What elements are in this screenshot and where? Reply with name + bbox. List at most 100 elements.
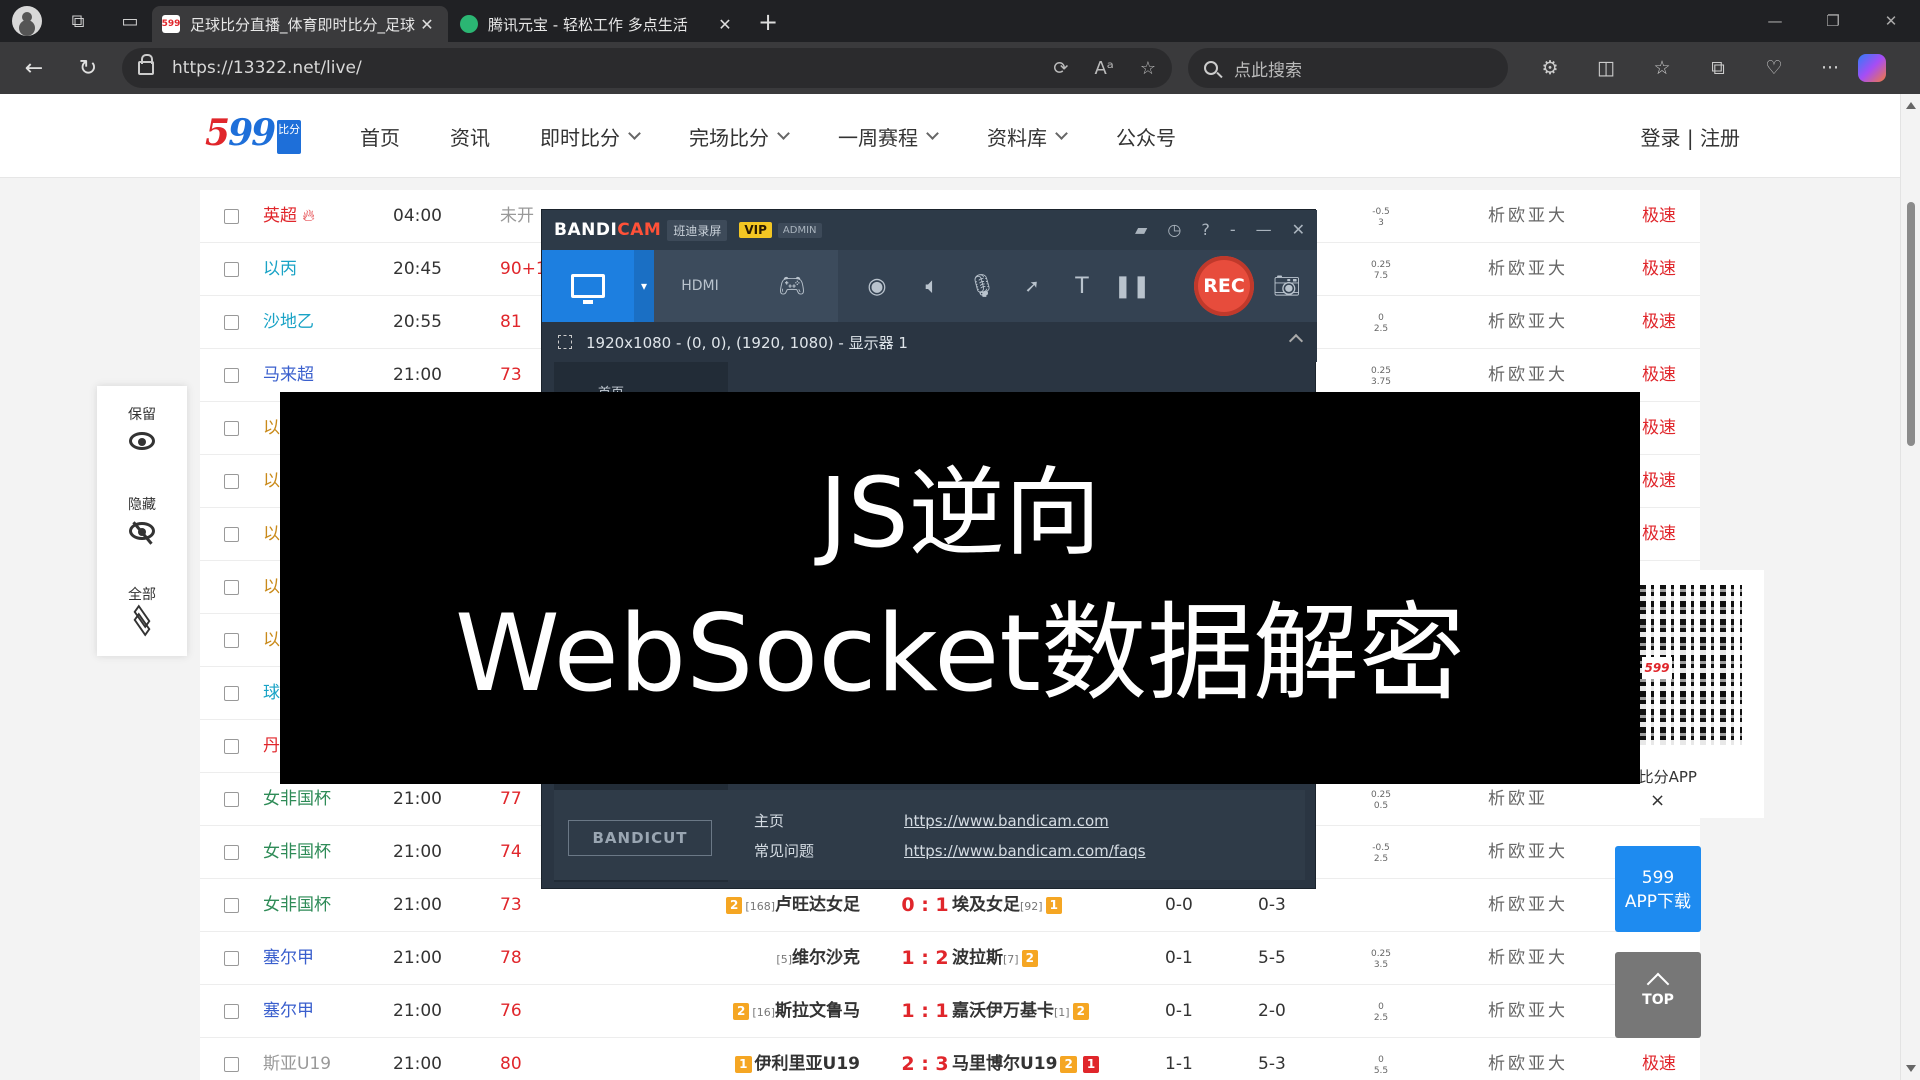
nav-item[interactable]: 资料库 bbox=[987, 122, 1068, 151]
league-name[interactable]: 女非国杯 bbox=[263, 879, 331, 932]
mode-dropdown-chevron-down-icon[interactable]: ▾ bbox=[634, 250, 654, 322]
home-team[interactable]: [5]维尔沙克 bbox=[620, 932, 860, 985]
league-name[interactable]: 斯亚U19 bbox=[263, 1038, 331, 1080]
nav-item[interactable]: 一周赛程 bbox=[838, 122, 939, 151]
away-team[interactable]: 嘉沃伊万基卡[1] 2 bbox=[952, 985, 1092, 1038]
league-name[interactable]: 以 bbox=[263, 508, 280, 561]
league-name[interactable]: 以 bbox=[263, 561, 280, 614]
favorite-star-icon[interactable]: ☆ bbox=[1140, 58, 1156, 79]
row-checkbox[interactable] bbox=[224, 1004, 239, 1019]
fast-link[interactable]: 极速 bbox=[1642, 190, 1676, 243]
microphone-icon[interactable]: 🎙︎ bbox=[957, 250, 1007, 322]
away-team[interactable]: 马里博尔U19 2 1 bbox=[952, 1038, 1102, 1080]
row-checkbox[interactable] bbox=[224, 209, 239, 224]
analysis-links[interactable]: 析欧亚大 bbox=[1488, 985, 1568, 1038]
scroll-down-arrow-icon[interactable] bbox=[1906, 1065, 1916, 1072]
row-checkbox[interactable] bbox=[224, 898, 239, 913]
all-filter-button[interactable]: 全部 bbox=[97, 584, 187, 637]
row-checkbox[interactable] bbox=[224, 421, 239, 436]
back-arrow-icon[interactable]: ← bbox=[14, 48, 54, 88]
scrollbar-thumb[interactable] bbox=[1907, 202, 1915, 446]
minimize-icon[interactable]: — bbox=[1746, 0, 1804, 42]
league-name[interactable]: 英超 🔥︎ bbox=[263, 190, 315, 243]
lock-icon[interactable] bbox=[138, 54, 154, 75]
league-name[interactable]: 以 bbox=[263, 614, 280, 667]
collapse-icon[interactable]: - bbox=[1230, 220, 1236, 239]
close-icon[interactable]: ✕ bbox=[1292, 220, 1305, 239]
read-aloud-icon[interactable]: Aᵃ bbox=[1094, 58, 1113, 79]
row-checkbox[interactable] bbox=[224, 845, 239, 860]
fast-link[interactable]: 极速 bbox=[1642, 402, 1676, 455]
row-checkbox[interactable] bbox=[224, 580, 239, 595]
page-scrollbar[interactable] bbox=[1900, 94, 1920, 1080]
search-box[interactable]: 点此搜索 bbox=[1188, 48, 1508, 88]
row-checkbox[interactable] bbox=[224, 686, 239, 701]
home-team[interactable]: 1 伊利里亚U19 bbox=[620, 1038, 860, 1080]
home-url-link[interactable]: https://www.bandicam.com bbox=[904, 812, 1109, 830]
screen-mode-button[interactable] bbox=[542, 250, 634, 322]
league-name[interactable]: 塞尔甲 bbox=[263, 932, 314, 985]
keep-filter-button[interactable]: 保留 bbox=[97, 404, 187, 450]
fast-link[interactable]: 极速 bbox=[1642, 243, 1676, 296]
tab-close-icon[interactable]: ✕ bbox=[714, 15, 736, 34]
league-name[interactable]: 球 bbox=[263, 667, 280, 720]
extensions-icon[interactable]: ⚙ bbox=[1532, 57, 1568, 79]
league-name[interactable]: 以 bbox=[263, 402, 280, 455]
fast-link[interactable]: 极速 bbox=[1642, 455, 1676, 508]
faq-url-link[interactable]: https://www.bandicam.com/faqs bbox=[904, 842, 1146, 860]
app-download-button[interactable]: 599 APP下载 bbox=[1615, 846, 1701, 932]
away-team[interactable]: 波拉斯[7] 2 bbox=[952, 932, 1041, 985]
camera-screenshot-icon[interactable]: 📷︎ bbox=[1262, 250, 1312, 322]
capture-region-bar[interactable]: 1920x1080 - (0, 0), (1920, 1080) - 显示器 1 bbox=[542, 322, 1317, 362]
restore-icon[interactable]: ❐ bbox=[1804, 0, 1862, 42]
bandicut-button[interactable]: BANDICUT bbox=[568, 820, 712, 856]
nav-item[interactable]: 资讯 bbox=[450, 122, 490, 151]
more-menu-icon[interactable]: ··· bbox=[1812, 57, 1848, 79]
row-checkbox[interactable] bbox=[224, 951, 239, 966]
record-button[interactable]: REC bbox=[1194, 256, 1254, 316]
new-tab-button[interactable]: + bbox=[748, 8, 788, 36]
clock-icon[interactable]: ◷ bbox=[1167, 220, 1181, 239]
webcam-off-icon[interactable]: ◉ bbox=[847, 250, 907, 322]
row-checkbox[interactable] bbox=[224, 474, 239, 489]
pause-icon[interactable]: ❚❚ bbox=[1107, 250, 1157, 322]
league-name[interactable]: 丹 bbox=[263, 720, 280, 773]
hide-filter-button[interactable]: 隐藏 bbox=[97, 494, 187, 540]
folder-icon[interactable]: ▰ bbox=[1135, 220, 1147, 239]
favorites-icon[interactable]: ☆ bbox=[1644, 57, 1680, 79]
fast-link[interactable]: 极速 bbox=[1642, 508, 1676, 561]
row-checkbox[interactable] bbox=[224, 633, 239, 648]
row-checkbox[interactable] bbox=[224, 262, 239, 277]
translate-icon[interactable]: ⟳ bbox=[1053, 58, 1068, 79]
row-checkbox[interactable] bbox=[224, 368, 239, 383]
performance-icon[interactable]: ♡ bbox=[1756, 57, 1792, 79]
league-name[interactable]: 塞尔甲 bbox=[263, 985, 314, 1038]
address-bar[interactable]: https://13322.net/live/ ⟳ Aᵃ ☆ bbox=[122, 48, 1172, 88]
profile-avatar-icon[interactable] bbox=[12, 6, 42, 36]
row-checkbox[interactable] bbox=[224, 792, 239, 807]
analysis-links[interactable]: 析欧亚大 bbox=[1488, 243, 1568, 296]
back-to-top-button[interactable]: TOP bbox=[1615, 952, 1701, 1038]
help-icon[interactable]: ? bbox=[1201, 220, 1210, 239]
speaker-icon[interactable]: 🔈︎ bbox=[907, 250, 957, 322]
fast-link[interactable]: 极速 bbox=[1642, 349, 1676, 402]
nav-item[interactable]: 公众号 bbox=[1116, 122, 1176, 151]
fast-link[interactable]: 极速 bbox=[1642, 296, 1676, 349]
split-screen-icon[interactable]: ◫ bbox=[1588, 57, 1624, 79]
row-checkbox[interactable] bbox=[224, 315, 239, 330]
row-checkbox[interactable] bbox=[224, 527, 239, 542]
browser-tab-yuanbao[interactable]: 腾讯元宝 - 轻松工作 多点生活 ✕ bbox=[450, 6, 746, 42]
game-mode-icon[interactable]: 🎮︎ bbox=[746, 250, 838, 322]
analysis-links[interactable]: 析欧亚大 bbox=[1488, 879, 1568, 932]
league-name[interactable]: 以丙 bbox=[263, 243, 297, 296]
analysis-links[interactable]: 析欧亚大 bbox=[1488, 932, 1568, 985]
scroll-up-arrow-icon[interactable] bbox=[1906, 102, 1916, 109]
league-name[interactable]: 以 bbox=[263, 455, 280, 508]
collections-icon[interactable]: ⧉ bbox=[62, 5, 94, 37]
minimize-icon[interactable]: — bbox=[1256, 220, 1272, 239]
analysis-links[interactable]: 析欧亚大 bbox=[1488, 1038, 1568, 1080]
qr-close-button[interactable]: × bbox=[1650, 790, 1665, 811]
row-checkbox[interactable] bbox=[224, 739, 239, 754]
analysis-links[interactable]: 析欧亚大 bbox=[1488, 826, 1568, 879]
analysis-links[interactable]: 析欧亚大 bbox=[1488, 190, 1568, 243]
